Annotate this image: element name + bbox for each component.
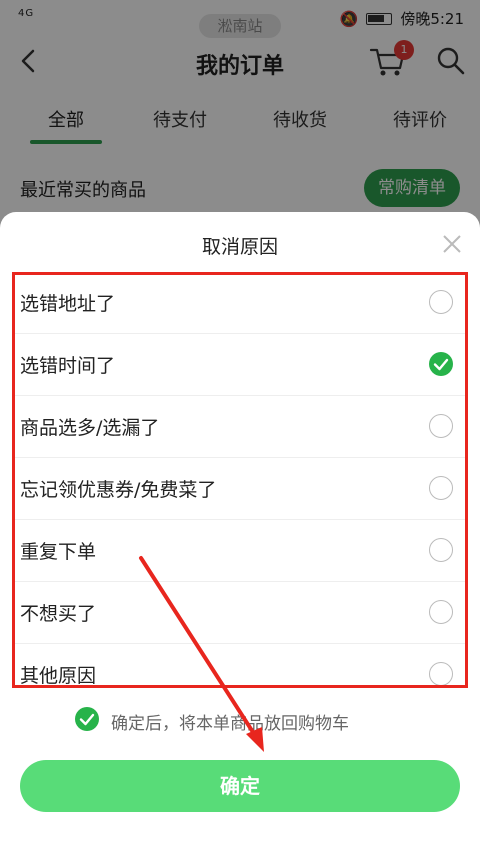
reason-label: 其他原因 <box>20 665 97 687</box>
check-circle-icon <box>75 707 99 731</box>
reason-item[interactable]: 不想买了 <box>12 582 468 644</box>
radio-unchecked-icon[interactable] <box>429 290 453 314</box>
radio-unchecked-icon[interactable] <box>429 538 453 562</box>
reason-item[interactable]: 其他原因 <box>12 644 468 688</box>
radio-checked-icon[interactable] <box>429 352 453 376</box>
reason-label: 商品选多/选漏了 <box>20 417 160 439</box>
reason-list: 选错地址了 选错时间了 商品选多/选漏了 忘记领优惠券/免费菜了 重复下单 不想… <box>12 272 468 688</box>
radio-unchecked-icon[interactable] <box>429 600 453 624</box>
reason-label: 选错时间了 <box>20 355 116 377</box>
sheet-title: 取消原因 <box>201 236 278 258</box>
reason-label: 不想买了 <box>20 603 97 625</box>
close-icon[interactable] <box>438 230 466 258</box>
reason-label: 选错地址了 <box>20 293 116 315</box>
reason-item[interactable]: 忘记领优惠券/免费菜了 <box>12 458 468 520</box>
reason-item[interactable]: 选错时间了 <box>12 334 468 396</box>
cancel-reason-sheet: 取消原因 选错地址了 选错时间了 商品选多/选漏了 忘记领优惠券/免费菜了 重复… <box>0 212 480 853</box>
reason-item[interactable]: 选错地址了 <box>12 272 468 334</box>
radio-unchecked-icon[interactable] <box>429 662 453 686</box>
note-text: 确定后，将本单商品放回购物车 <box>111 714 349 734</box>
radio-unchecked-icon[interactable] <box>429 476 453 500</box>
return-to-cart-note: 确定后，将本单商品放回购物车 <box>0 706 480 736</box>
reason-item[interactable]: 重复下单 <box>12 520 468 582</box>
reason-item[interactable]: 商品选多/选漏了 <box>12 396 468 458</box>
radio-unchecked-icon[interactable] <box>429 414 453 438</box>
confirm-button[interactable]: 确定 <box>20 760 460 812</box>
reason-label: 重复下单 <box>20 541 97 563</box>
reason-label: 忘记领优惠券/免费菜了 <box>20 479 217 501</box>
